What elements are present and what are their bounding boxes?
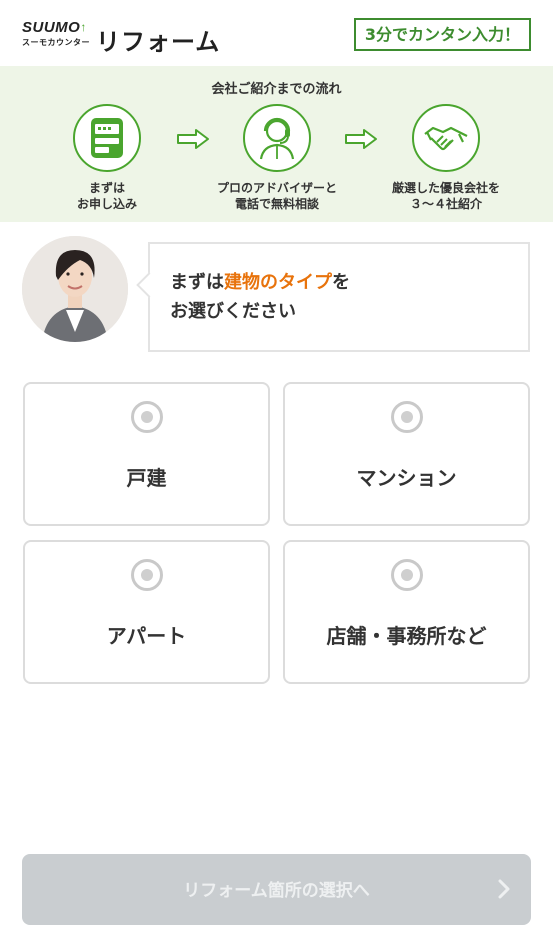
option-house[interactable]: 戸建	[23, 382, 270, 526]
flow-step-consult: プロのアドバイザーと 電話で無料相談	[192, 104, 362, 212]
header: SUUMO↑ スーモカウンター リフォーム 3分でカンタン入力！	[0, 0, 553, 66]
advisor-avatar	[22, 236, 128, 342]
radio-icon[interactable]	[391, 559, 423, 591]
next-step-button[interactable]: リフォーム箇所の選択へ	[22, 854, 531, 925]
radio-icon[interactable]	[131, 401, 163, 433]
next-step-label: リフォーム箇所の選択へ	[183, 881, 370, 901]
flow-step-label: 厳選した優良会社を ３〜４社紹介	[391, 181, 500, 211]
option-apartment[interactable]: アパート	[23, 540, 270, 684]
logo-sub-text: スーモカウンター	[22, 38, 90, 47]
flow-step-introduce: 厳選した優良会社を ３〜４社紹介	[361, 104, 531, 212]
advisor-icon	[243, 104, 311, 172]
flow-step-label: プロのアドバイザーと 電話で無料相談	[216, 181, 337, 211]
guide-highlight: 建物のタイプ	[224, 272, 332, 293]
radio-icon[interactable]	[391, 401, 423, 433]
option-label: アパート	[106, 624, 187, 648]
flow-title: 会社ご紹介までの流れ	[211, 82, 342, 97]
form-icon	[73, 104, 141, 172]
guide-message: まずは建物のタイプを お選びください	[22, 232, 532, 356]
logo-suumo-text: SUUMO↑	[22, 19, 87, 36]
option-mansion[interactable]: マンション	[283, 382, 530, 526]
flow-banner: 会社ご紹介までの流れ まずは お申し込み プロのアドバイザーと 電話で無料相談 …	[0, 66, 553, 222]
flow-step-apply: まずは お申し込み	[22, 104, 192, 212]
radio-icon[interactable]	[131, 559, 163, 591]
logo-reform-text: リフォーム	[96, 28, 221, 56]
speech-bubble: まずは建物のタイプを お選びください	[136, 242, 530, 352]
handshake-icon	[412, 104, 480, 172]
easy-input-badge: 3分でカンタン入力！	[353, 18, 531, 51]
option-store-office[interactable]: 店舗・事務所など	[283, 540, 530, 684]
option-label: マンション	[356, 466, 457, 490]
suumo-reform-logo[interactable]: SUUMO↑ スーモカウンター リフォーム	[22, 19, 219, 56]
guide-text: まずは建物のタイプを お選びください	[170, 272, 350, 322]
option-label: 店舗・事務所など	[326, 624, 487, 648]
option-label: 戸建	[126, 466, 167, 490]
flow-step-label: まずは お申し込み	[76, 181, 137, 211]
chevron-right-icon	[498, 879, 510, 899]
